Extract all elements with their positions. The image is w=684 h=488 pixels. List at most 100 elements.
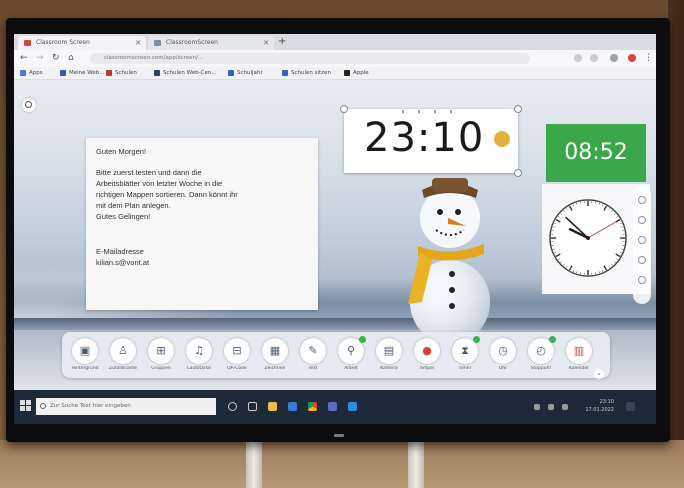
bookmark-label: Schulen sitzen — [291, 70, 331, 76]
bookmark-item[interactable]: Meine Web... — [60, 67, 105, 79]
active-badge-icon — [473, 336, 480, 343]
stand-leg-right — [408, 436, 424, 488]
bookmark-item[interactable]: Schulen sitzen — [282, 67, 331, 79]
qr-code-button[interactable]: ⊟ QR-Code — [224, 338, 250, 371]
webcam-button[interactable]: ▤ Kamera — [376, 338, 402, 371]
clock-widget[interactable]: 23:10 — [344, 109, 518, 173]
snowman-image — [408, 178, 490, 344]
chevron-down-icon[interactable]: ⌄ — [594, 369, 604, 379]
background-button[interactable]: ▣ Hintergrund — [71, 338, 99, 371]
text-note-widget[interactable]: Guten Morgen! Bitte zuerst testen und da… — [86, 138, 318, 310]
search-icon[interactable] — [22, 98, 36, 112]
stopwatch-button[interactable]: ◴ Stoppuhr — [528, 336, 556, 371]
stand-leg-left — [246, 436, 262, 488]
chrome-icon[interactable] — [308, 402, 317, 411]
refresh-icon[interactable] — [638, 236, 646, 244]
clock-tick-mark — [418, 110, 420, 113]
tab-favicon-icon — [24, 40, 31, 46]
clock-settings-icon[interactable] — [494, 131, 510, 147]
extension-icon[interactable] — [574, 54, 582, 62]
sound-level-icon: ♫ — [194, 344, 204, 357]
fullscreen-icon[interactable] — [638, 256, 646, 264]
reload-icon[interactable]: ↻ — [52, 52, 60, 65]
group-maker-button[interactable]: ⊞ Gruppen — [148, 338, 174, 371]
taskbar-clock-line: 23:10 — [599, 399, 614, 405]
note-body: Bitte zuerst testen und dann die Arbeits… — [96, 168, 238, 221]
active-badge-icon — [359, 336, 366, 343]
resize-handle-icon[interactable] — [340, 105, 348, 113]
calendar-icon: ▥ — [573, 344, 585, 357]
menu-icon[interactable]: ⋮ — [644, 52, 653, 65]
tab-label: ClassroomScreen — [166, 39, 218, 46]
floor — [0, 440, 684, 488]
browser-tab-active[interactable]: Classroom Screen ✕ — [18, 36, 146, 50]
notification-center-icon[interactable] — [626, 402, 635, 411]
sound-level-button[interactable]: ♫ Lautstärke — [186, 338, 212, 371]
settings-icon[interactable] — [638, 196, 646, 204]
drawing-button[interactable]: ▦ Zeichnen — [262, 338, 288, 371]
browser-tab-bar: Classroom Screen ✕ ClassroomScreen ✕ + — [14, 34, 656, 50]
tray-network-icon[interactable] — [534, 404, 540, 410]
taskbar-search-input[interactable]: Zur Suche Text hier eingeben — [36, 398, 216, 415]
new-tab-icon[interactable]: + — [278, 34, 286, 50]
bookmark-label: Meine Web... — [69, 70, 105, 76]
bookmark-item[interactable]: Apple — [344, 67, 369, 79]
windows-start-icon[interactable] — [20, 400, 32, 412]
clock-tick-mark — [402, 110, 404, 113]
monitor-screen: Classroom Screen ✕ ClassroomScreen ✕ + ←… — [14, 34, 656, 424]
clock-button[interactable]: ◷ Uhr — [490, 338, 516, 371]
timer-display[interactable]: 08:52 — [546, 124, 646, 182]
bookmark-item[interactable]: Schuljahr — [228, 67, 263, 79]
edge-icon[interactable] — [288, 402, 297, 411]
clock-tick-mark — [434, 110, 436, 113]
widget-toolbar: ▣ Hintergrund ♙ Zufallsname ⊞ Gruppen ♫ Lautstä… — [62, 332, 610, 378]
bookmark-item[interactable]: Apps — [20, 67, 43, 79]
taskbar-clock-line: 17.01.2022 — [585, 407, 614, 413]
webcam-icon: ▤ — [383, 344, 395, 357]
teams-icon[interactable] — [328, 402, 337, 411]
group-maker-icon: ⊞ — [156, 344, 166, 357]
traffic-light-button[interactable]: ● Ampel — [414, 338, 440, 371]
bookmark-favicon-icon — [344, 70, 350, 76]
bookmark-item[interactable]: Schulen Web-Cen... — [154, 67, 217, 79]
url-field[interactable]: classroomscreen.com/app/screen/... — [90, 53, 530, 64]
cortana-icon[interactable] — [228, 402, 237, 411]
resize-handle-icon[interactable] — [514, 105, 522, 113]
right-tool-sidebar — [633, 186, 651, 304]
account-icon[interactable] — [610, 54, 618, 62]
clock-icon: ◷ — [498, 344, 508, 357]
clock-time: 23:10 — [364, 115, 485, 161]
bookmark-favicon-icon — [106, 70, 112, 76]
back-icon[interactable]: ← — [20, 52, 28, 65]
help-icon[interactable] — [638, 276, 646, 284]
close-icon[interactable]: ✕ — [263, 36, 269, 50]
bookmark-item[interactable]: Schulen — [106, 67, 137, 79]
tray-volume-icon[interactable] — [548, 404, 554, 410]
profile-avatar-icon[interactable] — [628, 54, 636, 62]
close-icon[interactable]: ✕ — [135, 36, 141, 50]
tray-battery-icon[interactable] — [562, 404, 568, 410]
bookmark-favicon-icon — [228, 70, 234, 76]
calendar-button[interactable]: ▥ Kalender — [566, 338, 592, 371]
bookmark-favicon-icon — [20, 70, 26, 76]
taskbar-clock[interactable]: 23:10 17.01.2022 — [574, 398, 614, 414]
work-symbols-button[interactable]: ⚲ Arbeit — [338, 336, 366, 371]
home-icon[interactable]: ⌂ — [68, 52, 74, 65]
resize-handle-icon[interactable] — [514, 169, 522, 177]
store-icon[interactable] — [348, 402, 357, 411]
extension-icon[interactable] — [590, 54, 598, 62]
distant-shore — [14, 318, 656, 330]
task-view-icon[interactable] — [248, 402, 257, 411]
random-name-button[interactable]: ♙ Zufallsname — [109, 338, 137, 371]
background-icon: ▣ — [79, 344, 91, 357]
bookmark-label: Apps — [29, 70, 43, 76]
file-explorer-icon[interactable] — [268, 402, 277, 411]
layers-icon[interactable] — [638, 216, 646, 224]
bookmark-favicon-icon — [60, 70, 66, 76]
text-button[interactable]: ✎ Text — [300, 338, 326, 371]
browser-tab[interactable]: ClassroomScreen ✕ — [148, 36, 274, 50]
monitor-logo — [334, 434, 344, 437]
timer-button[interactable]: ⧗ Timer — [452, 336, 480, 371]
forward-icon[interactable]: → — [36, 52, 44, 65]
bookmark-label: Apple — [353, 70, 369, 76]
